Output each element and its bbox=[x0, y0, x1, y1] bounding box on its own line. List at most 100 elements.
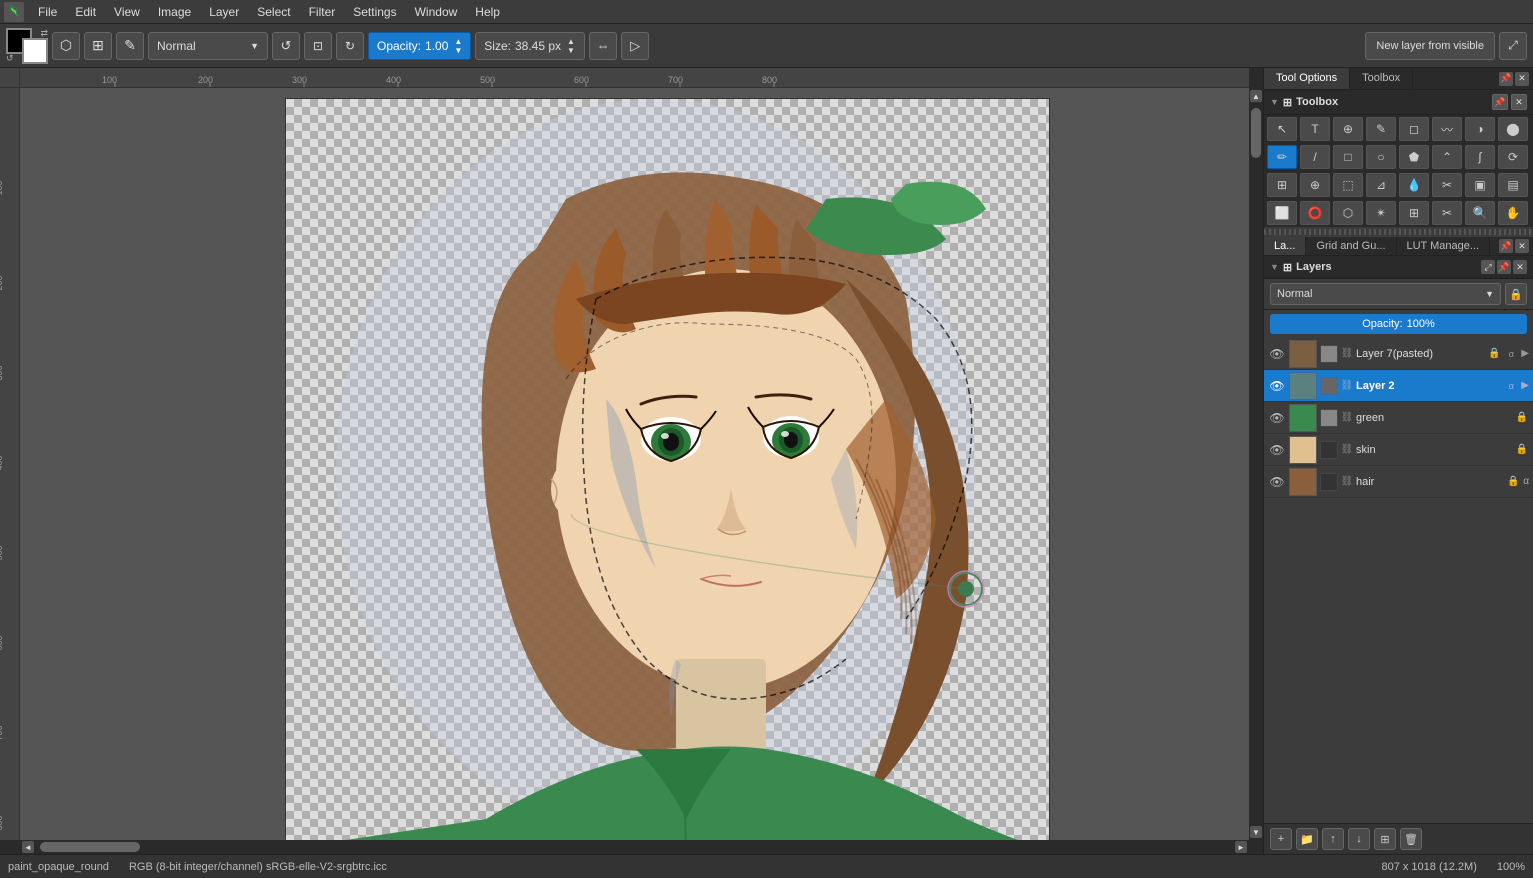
tool-paintbrush[interactable]: ✏ bbox=[1267, 145, 1297, 169]
layer-2-visibility[interactable]: 👁 bbox=[1268, 409, 1286, 427]
tool-zoom[interactable]: 🔍 bbox=[1465, 201, 1495, 225]
swap-colors-icon[interactable]: ⇄ bbox=[40, 28, 48, 39]
tool-unknown1[interactable]: ⟳ bbox=[1498, 145, 1528, 169]
refresh-btn[interactable]: ↻ bbox=[336, 32, 364, 60]
menu-edit[interactable]: Edit bbox=[67, 3, 104, 21]
opacity-stepper[interactable]: ▲ ▼ bbox=[454, 37, 462, 55]
menu-window[interactable]: Window bbox=[407, 3, 466, 21]
reset-colors-icon[interactable]: ↺ bbox=[6, 53, 14, 64]
menu-filter[interactable]: Filter bbox=[301, 3, 344, 21]
brush-icon[interactable]: ⬡ bbox=[52, 32, 80, 60]
layers-pin2-btn[interactable]: 📌 bbox=[1497, 260, 1511, 274]
tool-scissors[interactable]: ✂ bbox=[1432, 201, 1462, 225]
toolbox-close-btn[interactable]: ✕ bbox=[1511, 94, 1527, 110]
tool-pencil[interactable]: / bbox=[1300, 145, 1330, 169]
tab-layers[interactable]: La... bbox=[1264, 237, 1306, 255]
layer-0-expand-btn[interactable]: ▶ bbox=[1521, 348, 1529, 359]
toolbox-pin-btn[interactable]: 📌 bbox=[1492, 94, 1508, 110]
background-color[interactable] bbox=[22, 38, 48, 64]
layers-expand-btn[interactable]: ⤢ bbox=[1481, 260, 1495, 274]
tool-pointer[interactable]: ↖ bbox=[1267, 117, 1297, 141]
tab-tool-options[interactable]: Tool Options bbox=[1264, 68, 1350, 89]
menu-image[interactable]: Image bbox=[150, 3, 199, 21]
scroll-up-btn[interactable]: ▲ bbox=[1250, 90, 1262, 102]
new-layer-from-visible-btn[interactable]: New layer from visible bbox=[1365, 32, 1495, 60]
scroll-h-thumb[interactable] bbox=[40, 842, 140, 852]
tool-smudge[interactable]: 〰 bbox=[1432, 117, 1462, 141]
layer-1-visibility[interactable]: 👁 bbox=[1268, 377, 1286, 395]
menu-settings[interactable]: Settings bbox=[345, 3, 404, 21]
tool-text[interactable]: T bbox=[1300, 117, 1330, 141]
tool-rect-select[interactable]: ⬜ bbox=[1267, 201, 1297, 225]
tool-dodge[interactable]: ◑ bbox=[1465, 117, 1495, 141]
canvas-drawing-area[interactable] bbox=[285, 98, 1050, 840]
move-layer-down-btn[interactable]: ↓ bbox=[1348, 828, 1370, 850]
vertical-scrollbar[interactable]: ▲ ▼ bbox=[1249, 88, 1263, 840]
tool-select-color[interactable]: ⊞ bbox=[1399, 201, 1429, 225]
layer-0-visibility[interactable]: 👁 bbox=[1268, 345, 1286, 363]
tool-move[interactable]: ⊞ bbox=[1267, 173, 1297, 197]
tool-crop[interactable]: ✂ bbox=[1432, 173, 1462, 197]
tool-fuzzy-select[interactable]: ✴ bbox=[1366, 201, 1396, 225]
tool-fill[interactable]: ▣ bbox=[1465, 173, 1495, 197]
size-control[interactable]: Size: 38.45 px ▲ ▼ bbox=[475, 32, 585, 60]
scroll-left-btn[interactable]: ◄ bbox=[22, 841, 34, 853]
tool-erase[interactable]: ◻ bbox=[1399, 117, 1429, 141]
delete-layer-btn[interactable]: 🗑 bbox=[1400, 828, 1422, 850]
flip-h-btn[interactable]: ⇔ bbox=[589, 32, 617, 60]
tool-ellipse-select[interactable]: ⭕ bbox=[1300, 201, 1330, 225]
panel-close-btn[interactable]: ✕ bbox=[1515, 72, 1529, 86]
tool-gradient[interactable]: ▤ bbox=[1498, 173, 1528, 197]
layer-3-visibility[interactable]: 👁 bbox=[1268, 441, 1286, 459]
menu-select[interactable]: Select bbox=[249, 3, 298, 21]
layer-item-0[interactable]: 👁 ⛓ Layer 7(pasted) 🔒 α ▶ bbox=[1264, 338, 1533, 370]
layers-close2-btn[interactable]: ✕ bbox=[1513, 260, 1527, 274]
menu-view[interactable]: View bbox=[106, 3, 148, 21]
color-picker-icon[interactable]: ✎ bbox=[116, 32, 144, 60]
layers-pin-btn[interactable]: 📌 bbox=[1499, 239, 1513, 253]
size-stepper[interactable]: ▲ ▼ bbox=[567, 37, 575, 55]
scroll-down-btn[interactable]: ▼ bbox=[1250, 826, 1262, 838]
blend-mode-dropdown[interactable]: Normal ▼ bbox=[148, 32, 268, 60]
layer-1-expand-btn[interactable]: ▶ bbox=[1521, 380, 1529, 391]
tab-toolbox[interactable]: Toolbox bbox=[1350, 68, 1413, 89]
canvas-viewport[interactable] bbox=[20, 88, 1249, 840]
tool-path[interactable]: ⌃ bbox=[1432, 145, 1462, 169]
layers-close-btn[interactable]: ✕ bbox=[1515, 239, 1529, 253]
add-layer-group-btn[interactable]: 📁 bbox=[1296, 828, 1318, 850]
reset-mode-btn[interactable]: ↺ bbox=[272, 32, 300, 60]
panel-pin-btn[interactable]: 📌 bbox=[1499, 72, 1513, 86]
layer-item-2[interactable]: 👁 ⛓ green 🔒 bbox=[1264, 402, 1533, 434]
expand-btn[interactable]: ⤢ bbox=[1499, 32, 1527, 60]
tool-free-transform[interactable]: ⊿ bbox=[1366, 173, 1396, 197]
tool-free-select[interactable]: ⬟ bbox=[1399, 145, 1429, 169]
tool-rect[interactable]: □ bbox=[1333, 145, 1363, 169]
duplicate-layer-btn[interactable]: ⊞ bbox=[1374, 828, 1396, 850]
tool-pan[interactable]: ✋ bbox=[1498, 201, 1528, 225]
tool-scale[interactable]: ⬚ bbox=[1333, 173, 1363, 197]
flip-v-btn[interactable]: ▷ bbox=[621, 32, 649, 60]
scroll-right-btn[interactable]: ► bbox=[1235, 841, 1247, 853]
tool-clone[interactable]: ✎ bbox=[1366, 117, 1396, 141]
layer-item-3[interactable]: 👁 ⛓ skin 🔒 bbox=[1264, 434, 1533, 466]
layer-lock-btn[interactable]: 🔒 bbox=[1505, 283, 1527, 305]
opacity-control[interactable]: Opacity: 1.00 ▲ ▼ bbox=[368, 32, 471, 60]
layer-opacity-bar[interactable]: Opacity: 100% bbox=[1270, 314, 1527, 334]
tool-free-select2[interactable]: ⬡ bbox=[1333, 201, 1363, 225]
layer-item-4[interactable]: 👁 ⛓ hair 🔒 α bbox=[1264, 466, 1533, 498]
tool-color-picker[interactable]: 💧 bbox=[1399, 173, 1429, 197]
menu-help[interactable]: Help bbox=[467, 3, 508, 21]
scroll-v-thumb[interactable] bbox=[1251, 108, 1261, 158]
tool-heal[interactable]: ⊕ bbox=[1333, 117, 1363, 141]
add-layer-btn[interactable]: + bbox=[1270, 828, 1292, 850]
tool-ellipse[interactable]: ○ bbox=[1366, 145, 1396, 169]
move-layer-up-btn[interactable]: ↑ bbox=[1322, 828, 1344, 850]
menu-layer[interactable]: Layer bbox=[201, 3, 247, 21]
tab-lut[interactable]: LUT Manage... bbox=[1397, 237, 1491, 255]
tool-align[interactable]: ⊕ bbox=[1300, 173, 1330, 197]
brush-size-icon[interactable]: ⊞ bbox=[84, 32, 112, 60]
menu-file[interactable]: File bbox=[30, 3, 65, 21]
layer-mode-dropdown[interactable]: Normal ▼ bbox=[1270, 283, 1501, 305]
lock-alpha-btn[interactable]: ⊡ bbox=[304, 32, 332, 60]
horizontal-scrollbar[interactable]: ◄ ► bbox=[20, 840, 1249, 854]
